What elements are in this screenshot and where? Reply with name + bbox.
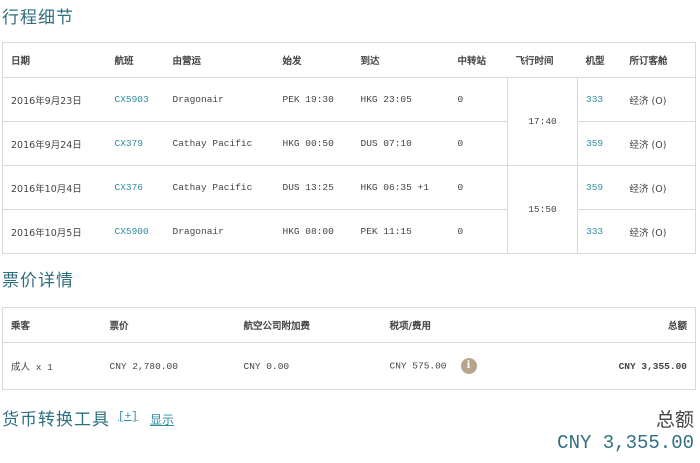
row-stops: 0 (449, 77, 508, 122)
itinerary-header-row: 日期 航班 由营运 始发 到达 中转站 飞行时间 机型 所订客舱 (2, 42, 696, 78)
fare-header-row: 乘客 票价 航空公司附加费 税项/费用 总额 (2, 307, 696, 343)
fare-table: 乘客 票价 航空公司附加费 税项/费用 总额 成人 x 1 CNY 2,780.… (2, 307, 696, 390)
table-row: 2016年9月24日 CX379 Cathay Pacific HKG 00:5… (2, 121, 696, 166)
total-label: 总额 (655, 409, 694, 431)
return-duration: 15:50 (507, 165, 578, 254)
row-cabin: 经济 (O) (621, 165, 696, 210)
itinerary-table: 日期 航班 由营运 始发 到达 中转站 飞行时间 机型 所订客舱 2016年9月… (2, 42, 696, 254)
col-depart: 始发 (274, 42, 353, 78)
col-flight: 航班 (106, 42, 165, 78)
row-operator: Cathay Pacific (164, 121, 275, 166)
flight-link[interactable]: CX376 (115, 182, 144, 193)
fare-title: 票价详情 (2, 271, 74, 291)
flight-link[interactable]: CX5900 (115, 226, 149, 237)
col-aircraft: 机型 (577, 42, 622, 78)
row-cabin: 经济 (O) (621, 77, 696, 122)
table-row: 成人 x 1 CNY 2,780.00 CNY 0.00 CNY 575.00 i… (2, 342, 696, 390)
itinerary-title: 行程细节 (2, 8, 74, 28)
row-stops: 0 (449, 165, 508, 210)
total-cell: CNY 3,355.00 (521, 342, 696, 390)
surcharge-cell: CNY 0.00 (235, 342, 382, 390)
table-row: 2016年10月5日 CX5900 Dragonair HKG 08:00 PE… (2, 209, 696, 254)
currency-tool-show-link[interactable]: 显示 (150, 411, 174, 428)
taxes-cell: CNY 575.00 i (381, 342, 522, 390)
col-operator: 由营运 (164, 42, 275, 78)
row-arrive: HKG 06:35 +1 (352, 165, 450, 210)
taxes-value: CNY 575.00 (389, 360, 447, 372)
col-total: 总额 (521, 307, 696, 343)
table-row: 2016年10月4日 CX376 Cathay Pacific DUS 13:2… (2, 165, 696, 254)
flight-link[interactable]: CX379 (115, 138, 144, 149)
row-stops: 0 (449, 121, 508, 166)
aircraft-link[interactable]: 333 (586, 226, 603, 237)
col-arrive: 到达 (352, 42, 450, 78)
passenger-cell: 成人 x 1 (2, 342, 102, 390)
row-operator: Dragonair (164, 209, 275, 254)
fare-cell: CNY 2,780.00 (101, 342, 236, 390)
aircraft-link[interactable]: 359 (586, 182, 603, 193)
row-arrive: PEK 11:15 (352, 209, 450, 254)
col-passenger: 乘客 (2, 307, 102, 343)
table-row: 2016年9月23日 CX5903 Dragonair PEK 19:30 HK… (2, 77, 696, 166)
outbound-duration: 17:40 (507, 77, 578, 166)
total-value: CNY 3,355.00 (557, 432, 694, 454)
col-taxes: 税项/费用 (381, 307, 522, 343)
row-cabin: 经济 (O) (621, 121, 696, 166)
row-depart: PEK 19:30 (274, 77, 353, 122)
col-date: 日期 (2, 42, 107, 78)
row-date: 2016年10月5日 (2, 209, 107, 254)
col-stops: 中转站 (449, 42, 508, 78)
info-icon[interactable]: i (460, 358, 477, 374)
currency-tool-title: 货币转换工具 (2, 410, 110, 430)
currency-tool-toggle[interactable]: [+] (118, 411, 138, 423)
col-fare: 票价 (101, 307, 236, 343)
row-date: 2016年10月4日 (2, 165, 107, 210)
row-depart: DUS 13:25 (274, 165, 353, 210)
row-operator: Dragonair (164, 77, 275, 122)
col-surcharge: 航空公司附加费 (235, 307, 382, 343)
col-duration: 飞行时间 (507, 42, 578, 78)
row-operator: Cathay Pacific (164, 165, 275, 210)
row-stops: 0 (449, 209, 508, 254)
row-depart: HKG 00:50 (274, 121, 353, 166)
row-date: 2016年9月24日 (2, 121, 107, 166)
row-arrive: DUS 07:10 (352, 121, 450, 166)
col-cabin: 所订客舱 (621, 42, 696, 78)
row-date: 2016年9月23日 (2, 77, 107, 122)
aircraft-link[interactable]: 333 (586, 94, 603, 105)
row-depart: HKG 08:00 (274, 209, 353, 254)
row-arrive: HKG 23:05 (352, 77, 450, 122)
flight-link[interactable]: CX5903 (115, 94, 149, 105)
row-cabin: 经济 (O) (621, 209, 696, 254)
aircraft-link[interactable]: 359 (586, 138, 603, 149)
